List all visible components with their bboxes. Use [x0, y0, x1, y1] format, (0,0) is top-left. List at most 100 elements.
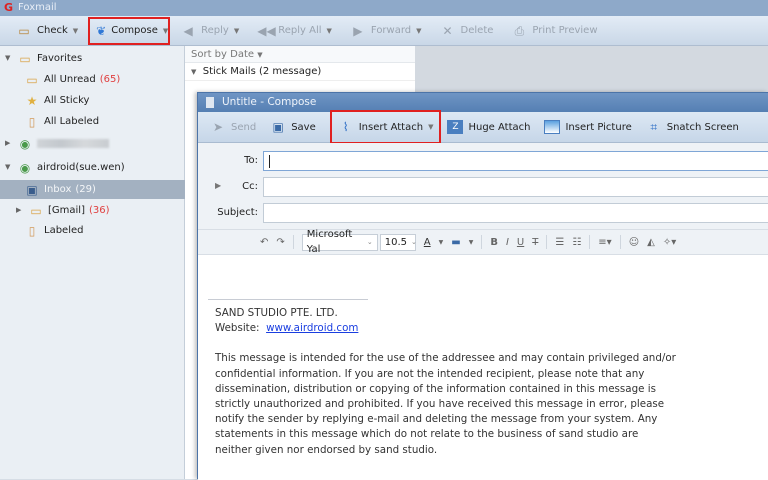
bullet-list-icon[interactable]: ☰ [555, 237, 564, 248]
chevron-down-icon[interactable]: ▼ [73, 27, 78, 35]
reply-button[interactable]: ◀ Reply ▼ [174, 19, 245, 43]
sidebar-item-labeled[interactable]: ▯ Labeled [0, 221, 185, 240]
save-button[interactable]: ▣ Save [264, 115, 322, 139]
underline-icon[interactable]: U [517, 237, 524, 248]
clear-format-icon[interactable]: ◭ [647, 237, 655, 248]
align-icon[interactable]: ≡▾ [598, 237, 611, 248]
disclaimer-line: confidential information. If you are not… [215, 367, 645, 380]
huge-attach-button[interactable]: Z Huge Attach [441, 115, 536, 139]
chevron-down-icon[interactable]: ▼ [327, 27, 332, 35]
format-toolbar: ↶ ↷ Microsoft Yal ⌄ 10.5 ⌄ A ▼ ▬ ▼ B I U T ☰… [198, 229, 768, 255]
disclaimer-line: strictly unauthorized and prohibited. If… [215, 398, 665, 411]
check-button[interactable]: ▭ Check ▼ [10, 19, 84, 43]
bold-icon[interactable]: B [490, 237, 498, 248]
sidebar-item-favorites[interactable]: ▼ ▭ Favorites [0, 49, 185, 68]
insert-attach-button[interactable]: ⌇ Insert Attach ▼ [329, 110, 442, 144]
account-label: airdroid(sue.wen) [37, 162, 125, 173]
reply-all-button[interactable]: ◀◀ Reply All ▼ [251, 19, 338, 43]
sidebar-item-account[interactable]: ▼ ◉ airdroid(sue.wen) [0, 158, 185, 177]
chevron-down-icon[interactable]: ▼ [416, 27, 421, 35]
forward-button[interactable]: ▶ Forward ▼ [344, 19, 428, 43]
highlight-color-icon[interactable]: ▬ [451, 237, 460, 248]
size-value: 10.5 [384, 236, 408, 248]
delete-icon: ✕ [442, 23, 453, 38]
sidebar-item-all-labeled[interactable]: ▯ All Labeled [0, 112, 185, 131]
app-title: Foxmail [18, 2, 57, 13]
inbox-label: Inbox [44, 184, 72, 195]
chevron-down-icon[interactable]: ▼ [428, 123, 433, 131]
foxmail-logo-icon: G [4, 1, 14, 14]
subject-label: Subject: [217, 207, 258, 218]
printer-icon: ⎙ [514, 23, 525, 38]
website-link[interactable]: www.airdroid.com [266, 322, 358, 334]
emoji-icon[interactable]: ☺ [629, 237, 639, 248]
disclaimer-line: notify the sender by replying e-mail and… [215, 413, 658, 426]
inbox-tray-icon: ▭ [18, 23, 30, 38]
strikethrough-icon[interactable]: T [532, 237, 538, 248]
redo-icon[interactable]: ↷ [276, 237, 284, 248]
send-button[interactable]: ➤ Send [204, 115, 262, 139]
sidebar-item-inbox[interactable]: ▣ Inbox (29) [0, 180, 185, 199]
chevron-down-icon: ⌄ [366, 237, 373, 246]
star-icon: ★ [26, 93, 38, 108]
disclaimer-line: neither given nor endorsed by sand studi… [215, 443, 438, 456]
delete-label: Delete [460, 25, 494, 36]
compose-button[interactable]: ❦ Compose ▼ [88, 16, 171, 45]
compose-toolbar: ➤ Send ▣ Save ⌇ Insert Attach ▼ Z Huge Attach… [198, 110, 768, 144]
snatch-screen-label: Snatch Screen [666, 121, 739, 133]
sidebar-item-gmail[interactable]: ▶ ▭ [Gmail] (36) [0, 201, 185, 220]
to-input[interactable] [263, 151, 768, 171]
font-family-select[interactable]: Microsoft Yal ⌄ [301, 229, 378, 255]
stick-mails-group[interactable]: ▼ Stick Mails (2 message) [185, 63, 415, 81]
expand-triangle-icon[interactable]: ▶ [16, 201, 24, 220]
cc-input[interactable] [263, 177, 768, 197]
undo-icon[interactable]: ↶ [260, 237, 268, 248]
font-size-select[interactable]: 10.5 ⌄ [379, 233, 417, 251]
document-icon [206, 97, 214, 108]
print-preview-button[interactable]: ⎙ Print Preview [505, 19, 603, 43]
inbox-count: (29) [75, 184, 96, 195]
reply-all-icon: ◀◀ [257, 23, 276, 38]
font-color-icon[interactable]: A [424, 237, 431, 248]
account-globe-icon: ◉ [19, 136, 31, 151]
main-toolbar: ▭ Check ▼ ❦ Compose ▼ ◀ Reply ▼ ◀◀ Reply All ▼ ▶… [0, 16, 768, 46]
expand-triangle-icon[interactable]: ▼ [5, 49, 13, 68]
chevron-down-icon[interactable]: ▼ [469, 239, 474, 246]
all-sticky-label: All Sticky [44, 95, 90, 106]
huge-attach-label: Huge Attach [468, 121, 531, 133]
collapse-triangle-icon[interactable]: ▼ [191, 68, 196, 76]
folder-icon: ▭ [30, 203, 42, 218]
sidebar-item-all-unread[interactable]: ▭ All Unread (65) [0, 70, 185, 89]
sort-by-date-dropdown[interactable]: Sort by Date ▼ [185, 46, 415, 63]
snatch-screen-button[interactable]: ⌗ Snatch Screen [640, 115, 745, 139]
all-labeled-label: All Labeled [44, 116, 100, 127]
chevron-down-icon[interactable]: ▼ [234, 27, 239, 35]
expand-triangle-icon[interactable]: ▼ [5, 158, 13, 177]
message-body-editor[interactable]: SAND STUDIO PTE. LTD. Website: www.airdr… [198, 255, 768, 480]
print-preview-label: Print Preview [532, 25, 598, 36]
chevron-down-icon[interactable]: ▼ [163, 27, 168, 35]
website-label: Website: [215, 322, 260, 335]
folder-icon: ▭ [26, 72, 38, 87]
numbered-list-icon[interactable]: ☷ [572, 237, 581, 248]
compose-title-bar[interactable]: Untitle - Compose [198, 93, 768, 112]
sidebar-item-all-sticky[interactable]: ★ All Sticky [0, 91, 185, 110]
italic-icon[interactable]: I [506, 237, 509, 248]
gmail-label: [Gmail] [48, 205, 85, 216]
all-unread-label: All Unread [44, 74, 96, 85]
picture-icon [544, 120, 561, 134]
sidebar-item-account-blurred[interactable]: ▶ ◉ [0, 134, 185, 153]
insert-picture-button[interactable]: Insert Picture [538, 115, 637, 139]
company-name: SAND STUDIO PTE. LTD. [215, 307, 338, 319]
disclaimer-line: This message is intended for the use of … [215, 352, 676, 365]
account-globe-icon: ◉ [19, 160, 31, 175]
subject-input[interactable] [263, 203, 768, 223]
expand-triangle-icon[interactable]: ▶ [5, 134, 13, 153]
chevron-down-icon[interactable]: ▼ [439, 239, 444, 246]
separator [546, 235, 548, 249]
compose-label: Compose [111, 25, 158, 36]
delete-button[interactable]: ✕ Delete [434, 19, 500, 43]
unread-count: (65) [99, 74, 121, 85]
label-icon: ▯ [28, 223, 36, 238]
magic-wand-icon[interactable]: ✧▾ [663, 237, 676, 248]
